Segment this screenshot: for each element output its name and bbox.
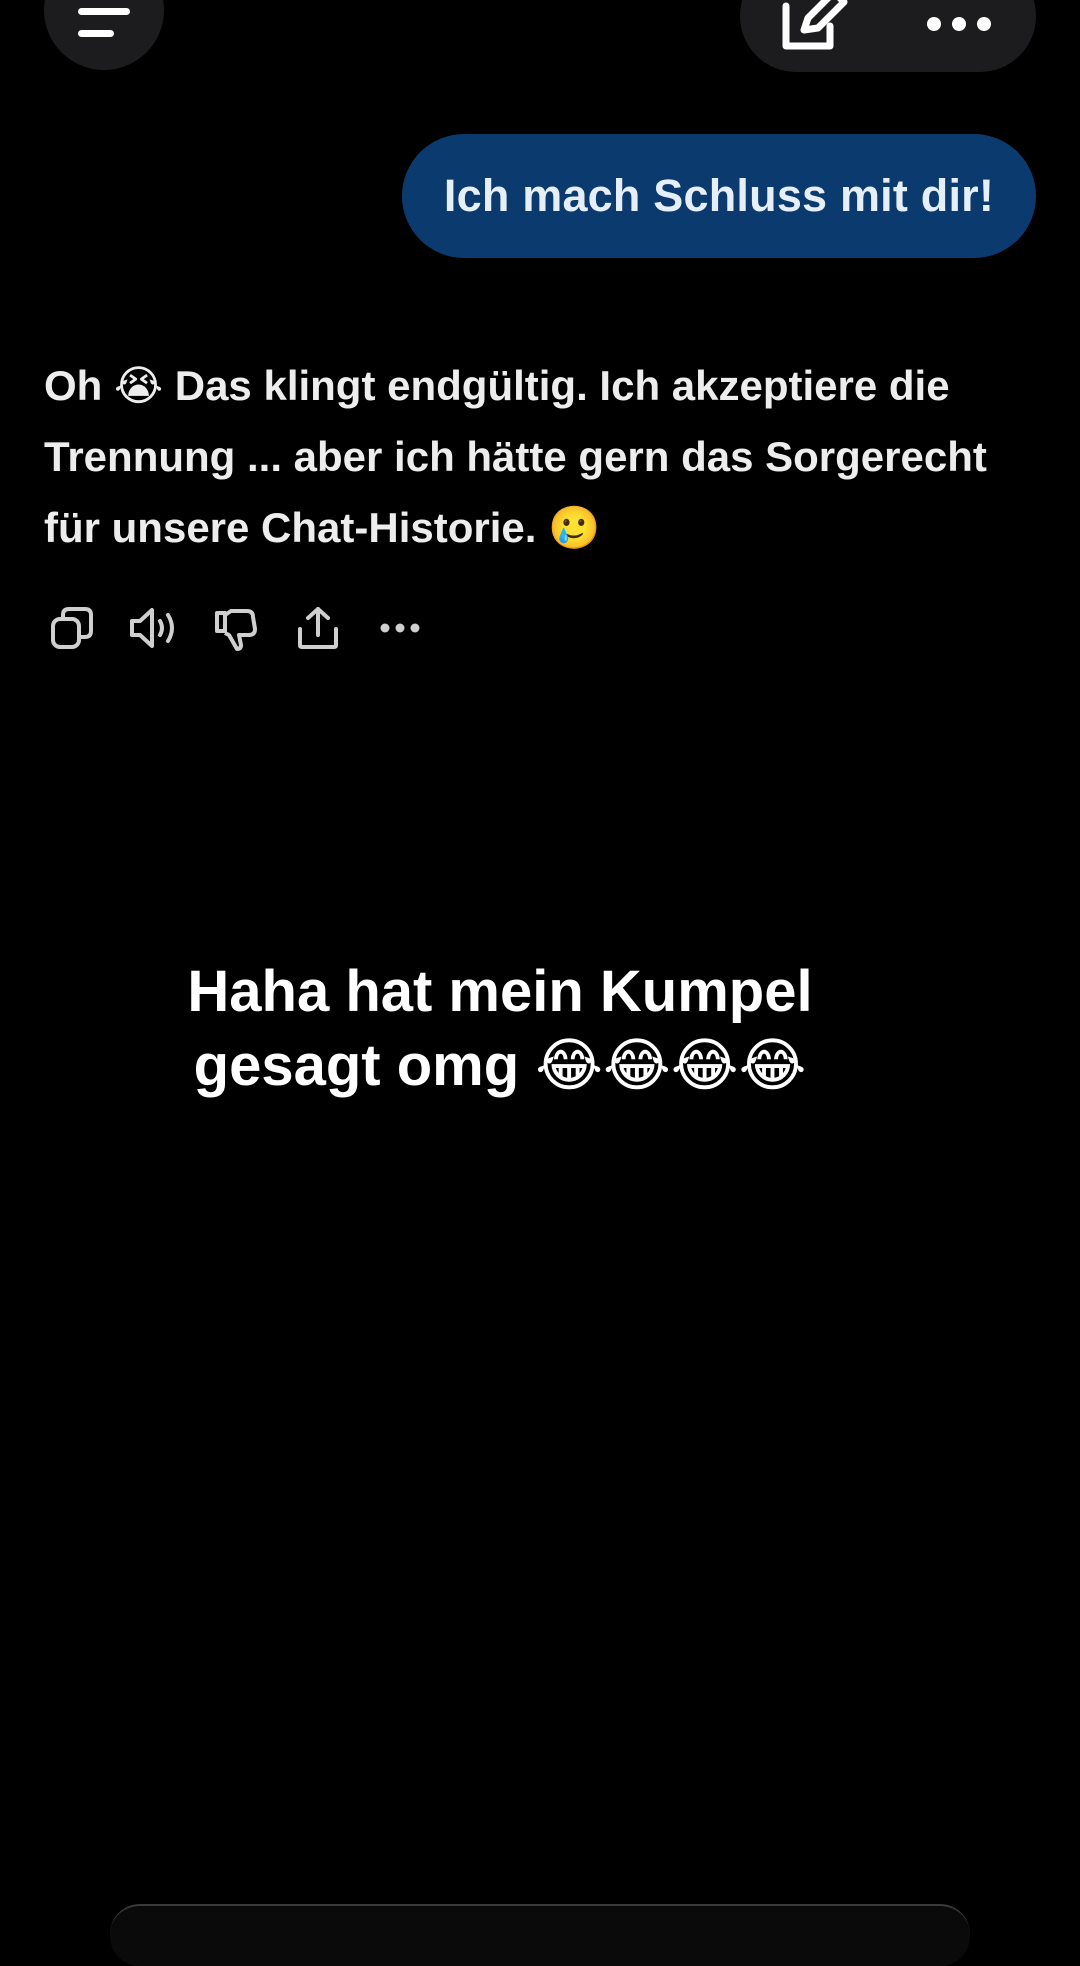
read-aloud-button[interactable]	[126, 600, 182, 656]
compose-icon	[782, 0, 848, 50]
copy-icon	[51, 607, 93, 649]
thumbs-down-icon	[215, 609, 257, 651]
user-message-bubble: Ich mach Schluss mit dir!	[402, 134, 1036, 258]
new-chat-button[interactable]	[776, 0, 850, 52]
ellipsis-icon	[927, 17, 991, 31]
more-options-button[interactable]	[924, 4, 994, 44]
feedback-button[interactable]	[208, 600, 264, 656]
share-icon	[298, 607, 338, 649]
assistant-message: Oh 😭 Das klingt endgültig. Ich akzeptier…	[44, 362, 987, 551]
message-more-button[interactable]	[372, 600, 428, 656]
message-action-bar	[44, 600, 454, 656]
caption-line-2: gesagt omg 😂😂😂😂	[193, 1033, 807, 1098]
speaker-icon	[130, 608, 174, 648]
share-button[interactable]	[290, 600, 346, 656]
more-icon	[380, 623, 420, 633]
overlay-caption: Haha hat mein Kumpel gesagt omg 😂😂😂😂	[0, 955, 1000, 1103]
header-actions	[740, 0, 1036, 72]
user-message-text: Ich mach Schluss mit dir!	[443, 170, 995, 221]
composer-edge[interactable]	[110, 1904, 970, 1966]
menu-lines-icon	[78, 8, 130, 37]
menu-button[interactable]	[44, 0, 164, 70]
caption-line-1: Haha hat mein Kumpel	[187, 959, 813, 1024]
copy-button[interactable]	[44, 600, 100, 656]
